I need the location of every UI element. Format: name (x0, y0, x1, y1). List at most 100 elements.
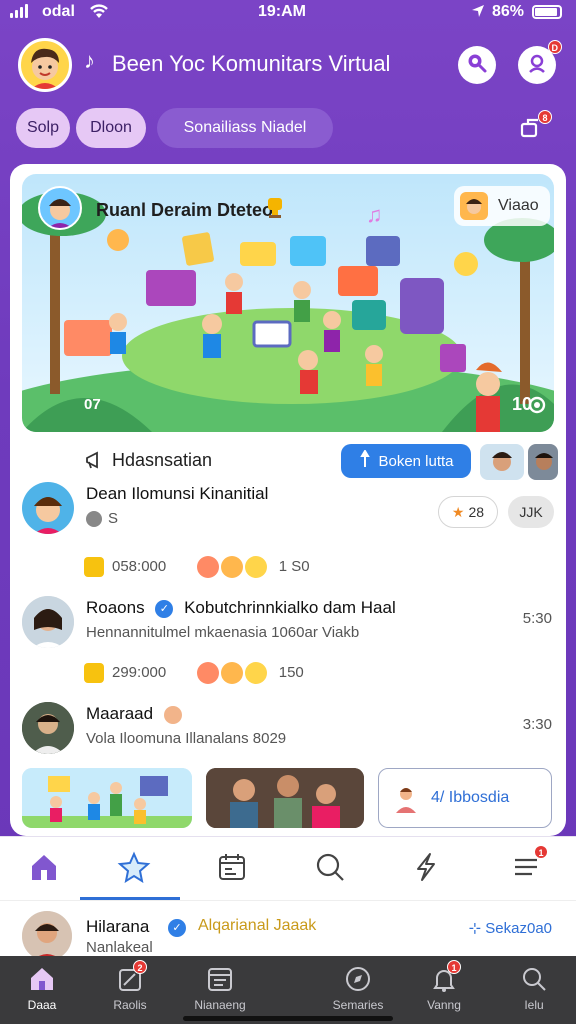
tab-events[interactable] (210, 847, 254, 891)
post-2-stat-value: 299:000 (112, 663, 167, 681)
section-title: Hdasnsatian (112, 450, 213, 470)
add-icon: ⊹ (468, 920, 482, 937)
post-2-headline: Kobutchrinnkialko dam Haal (184, 598, 396, 617)
post-1-stats: 058:000 1 S0 (84, 556, 310, 578)
explore-icon (343, 964, 373, 994)
suggested-card-1[interactable] (22, 768, 192, 828)
suggested-cards: 4/ Ibbosdia (10, 768, 566, 830)
notif-link-label: Sekaz0a0 (485, 920, 552, 937)
star-icon: ★ (451, 503, 465, 520)
person-reading-icon (391, 783, 421, 813)
post-2-name-row: Roaons ✓ Kobutchrinnkialko dam Haal (86, 598, 396, 618)
featured-banner[interactable]: Ruanl Deraim Dteteo ♫ Viaao 07 10 (22, 174, 554, 432)
post-1-reactions: 1 S0 (278, 557, 310, 575)
location-arrow-icon (470, 3, 486, 24)
tab-explore[interactable] (112, 847, 156, 891)
app-title: Been Yoc Komunitars Virtual (112, 51, 391, 76)
nav-alerts-badge: 1 (447, 960, 461, 974)
notification-badge: D (547, 40, 562, 54)
like-button[interactable]: ★ 28 (438, 496, 498, 528)
suggested-card-3[interactable]: 4/ Ibbosdia (378, 768, 552, 828)
tab-search[interactable] (308, 847, 352, 891)
post-1-stat-value: 058:000 (112, 557, 167, 575)
notifications-button[interactable]: D (518, 40, 562, 84)
post-3-time: 3:30 (522, 716, 552, 733)
post-1-avatar[interactable] (22, 482, 74, 534)
pin-icon (358, 449, 372, 472)
post-2-name: Roaons (86, 598, 145, 617)
reaction-emoji-icon (220, 556, 243, 578)
join-button[interactable]: Boken lutta (341, 444, 471, 478)
filter-chips: Solp Dloon Sonailiass Niadel 8 (0, 108, 576, 150)
calendar-icon (216, 851, 248, 888)
bell-icon: 1 (429, 960, 461, 994)
menu-badge: 1 (534, 845, 548, 859)
banner-tag[interactable]: Viaao (454, 186, 550, 226)
lightning-icon (410, 851, 442, 888)
suggested-card-2[interactable] (206, 768, 364, 828)
post-1[interactable]: Dean Ilomunsi Kinanitial S ★ 28 JJK (10, 482, 566, 542)
reaction-emoji-icon (244, 662, 267, 684)
banner-count-left: 07 (84, 396, 101, 413)
search-icon (314, 851, 346, 888)
more-pill[interactable]: JJK (508, 496, 554, 528)
post-2-reactions: 150 (278, 663, 304, 681)
music-note-icon: ♪ (84, 48, 95, 73)
post-3-avatar[interactable] (22, 702, 74, 754)
chip-sonailiass[interactable]: Sonailiass Niadel (157, 108, 333, 148)
search-button[interactable] (458, 46, 496, 84)
nav-posts[interactable]: 2 Raolis (90, 960, 170, 1012)
post-2-avatar[interactable] (22, 596, 74, 648)
person-icon (525, 51, 549, 80)
reaction-emoji-icon (220, 662, 243, 684)
chip-dloon[interactable]: Dloon (76, 108, 146, 148)
profile-avatar[interactable] (18, 38, 72, 92)
banner-tag-avatar (460, 192, 488, 220)
composer-button[interactable]: 8 (520, 110, 552, 146)
nav-alerts[interactable]: 1 Vanng (404, 960, 484, 1012)
wifi-icon (88, 2, 110, 25)
home-icon (27, 964, 57, 994)
nav-calendar[interactable]: Nianaeng (180, 964, 260, 1012)
nav-explore[interactable]: Semaries (318, 964, 398, 1012)
nav-posts-badge: 2 (133, 960, 147, 974)
post-2[interactable]: Roaons ✓ Kobutchrinnkialko dam Haal Henn… (10, 596, 566, 652)
banner-title: Ruanl Deraim Dteteo (96, 200, 274, 220)
search-icon (519, 964, 549, 994)
post-3[interactable]: Maaraad Vola Iloomuna Illanalans 8029 3:… (10, 702, 566, 758)
join-button-label: Boken lutta (378, 452, 454, 470)
edit-icon (520, 118, 546, 145)
notif-avatar[interactable] (22, 911, 72, 961)
notif-action: Alqarianal Jaaak (198, 917, 317, 934)
nav-search[interactable]: Ielu (494, 964, 574, 1012)
notification-row[interactable]: Hilarana ✓ Alqarianal Jaaak Nanlakeal ⊹ … (0, 900, 576, 961)
reaction-emoji-icon (244, 556, 267, 578)
suggested-card-3-label: 4/ Ibbosdia (431, 789, 510, 806)
tab-activity[interactable] (404, 847, 448, 891)
reaction-emoji-icon (196, 662, 219, 684)
post-2-stats: 299:000 150 (84, 662, 304, 684)
bottom-navbar: Daaa 2 Raolis Nianaeng Semaries 1 Vanng … (0, 956, 576, 1024)
nav-explore-label: Semaries (332, 998, 384, 1012)
post-2-time: 5:30 (522, 610, 552, 627)
banner-tag-label: Viaao (498, 197, 539, 214)
participant-thumb-1[interactable] (480, 444, 524, 480)
post-2-sub: Hennannitulmel mkaenasia 1060ar Viakb (86, 624, 360, 641)
trophy-icon (264, 196, 286, 225)
battery-percent: 86% (492, 3, 525, 20)
tab-home[interactable] (22, 847, 66, 891)
verified-icon: ✓ (168, 919, 186, 937)
carrier-name: odal (42, 3, 75, 20)
notif-link[interactable]: ⊹ Sekaz0a0 (469, 919, 552, 937)
edit-icon: 2 (115, 960, 147, 994)
nav-posts-label: Raolis (113, 998, 147, 1012)
nav-home[interactable]: Daaa (2, 964, 82, 1012)
tab-menu[interactable]: 1 (504, 845, 548, 891)
post-3-sub: Vola Iloomuna Illanalans 8029 (86, 730, 287, 747)
post-3-name-row: Maaraad (86, 704, 182, 724)
nav-home-label: Daaa (27, 998, 57, 1012)
post-3-name: Maaraad (86, 704, 154, 723)
chip-solp[interactable]: Solp (16, 108, 70, 148)
participant-thumb-2[interactable] (528, 444, 558, 480)
star-outline-icon (117, 851, 151, 888)
